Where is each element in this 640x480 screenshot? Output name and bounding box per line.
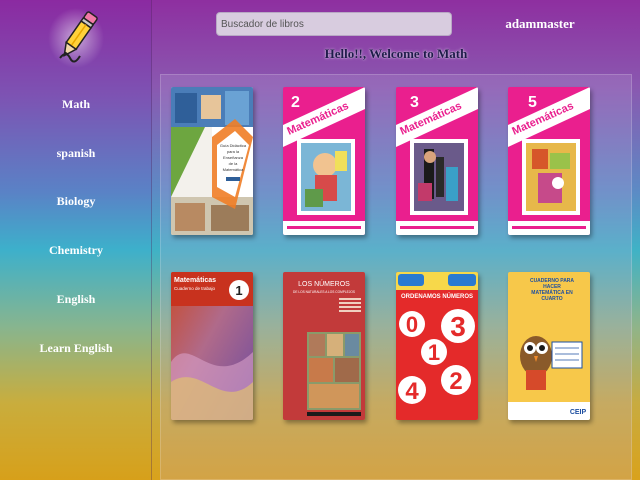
sidebar-item-biology[interactable]: Biology [0,194,152,209]
book-cover-image: ORDENAMOS NÚMEROS 0 1 3 4 2 [396,272,478,420]
sidebar-item-math[interactable]: Math [0,97,152,112]
svg-text:para la: para la [227,149,240,154]
svg-text:de la: de la [229,161,238,166]
book-grade: 2 [291,94,300,111]
book-brand: CEIP [570,409,587,416]
book-digit: 3 [450,311,466,342]
book-card-matematicas-2[interactable]: 2 Matemáticas [283,87,365,235]
book-card-guia-didactica[interactable]: Guía Didáctica para la Enseñanza de la M… [171,87,253,235]
book-card-matematicas-3[interactable]: 3 Matemáticas [396,87,478,235]
book-card-matematicas-cuaderno-1[interactable]: Matemáticas Cuaderno de trabajo 1 [171,272,253,420]
book-card-los-numeros[interactable]: LOS NÚMEROS DE LOS NATURALES A LOS COMPL… [283,272,365,420]
pencil-icon[interactable] [46,6,106,70]
book-cover-image: 2 Matemáticas [283,87,365,235]
sidebar-item-chemistry[interactable]: Chemistry [0,243,152,258]
book-card-cuaderno-cuarto[interactable]: CUADERNO PARA HACER MATEMÁTICA EN CUARTO… [508,272,590,420]
book-grade: 3 [410,94,419,111]
username[interactable]: adammaster [490,16,590,32]
book-cover-image: 5 Matemáticas [508,87,590,235]
book-digit: 0 [406,312,418,337]
book-digit: 2 [449,368,462,395]
sidebar-item-learn-english[interactable]: Learn English [0,341,152,356]
book-cover-image: LOS NÚMEROS DE LOS NATURALES A LOS COMPL… [283,272,365,420]
book-digit: 4 [405,378,419,405]
book-title: CUADERNO PARA HACER MATEMÁTICA EN CUARTO [529,278,575,302]
page-title: Hello!!, Welcome to Math [324,46,468,61]
book-subtitle: Cuaderno de trabajo [174,286,216,291]
book-title: ORDENAMOS NÚMEROS [401,293,473,300]
svg-text:Guía Didáctica: Guía Didáctica [220,143,247,148]
book-title: LOS NÚMEROS [298,279,350,288]
book-card-ordenamos-numeros[interactable]: ORDENAMOS NÚMEROS 0 1 3 4 2 [396,272,478,420]
svg-text:Matemática: Matemática [223,167,244,172]
book-cover-image: Guía Didáctica para la Enseñanza de la M… [171,87,253,235]
book-cover-image: 3 Matemáticas [396,87,478,235]
book-digit: 1 [428,340,440,365]
book-cover-image: Matemáticas Cuaderno de trabajo 1 [171,272,253,420]
book-cover-image: CUADERNO PARA HACER MATEMÁTICA EN CUARTO… [508,272,590,420]
book-title: Matemáticas [174,277,216,284]
search-input[interactable] [216,12,452,36]
book-card-matematicas-5[interactable]: 5 Matemáticas [508,87,590,235]
sidebar-item-english[interactable]: English [0,292,152,307]
svg-text:Enseñanza: Enseñanza [223,155,244,160]
sidebar: Math spanish Biology Chemistry English L… [0,0,152,480]
book-grade: 5 [528,94,537,111]
book-subtitle: DE LOS NATURALES A LOS COMPLEJOS [293,290,355,294]
sidebar-item-spanish[interactable]: spanish [0,146,152,161]
book-grade: 1 [235,283,242,298]
